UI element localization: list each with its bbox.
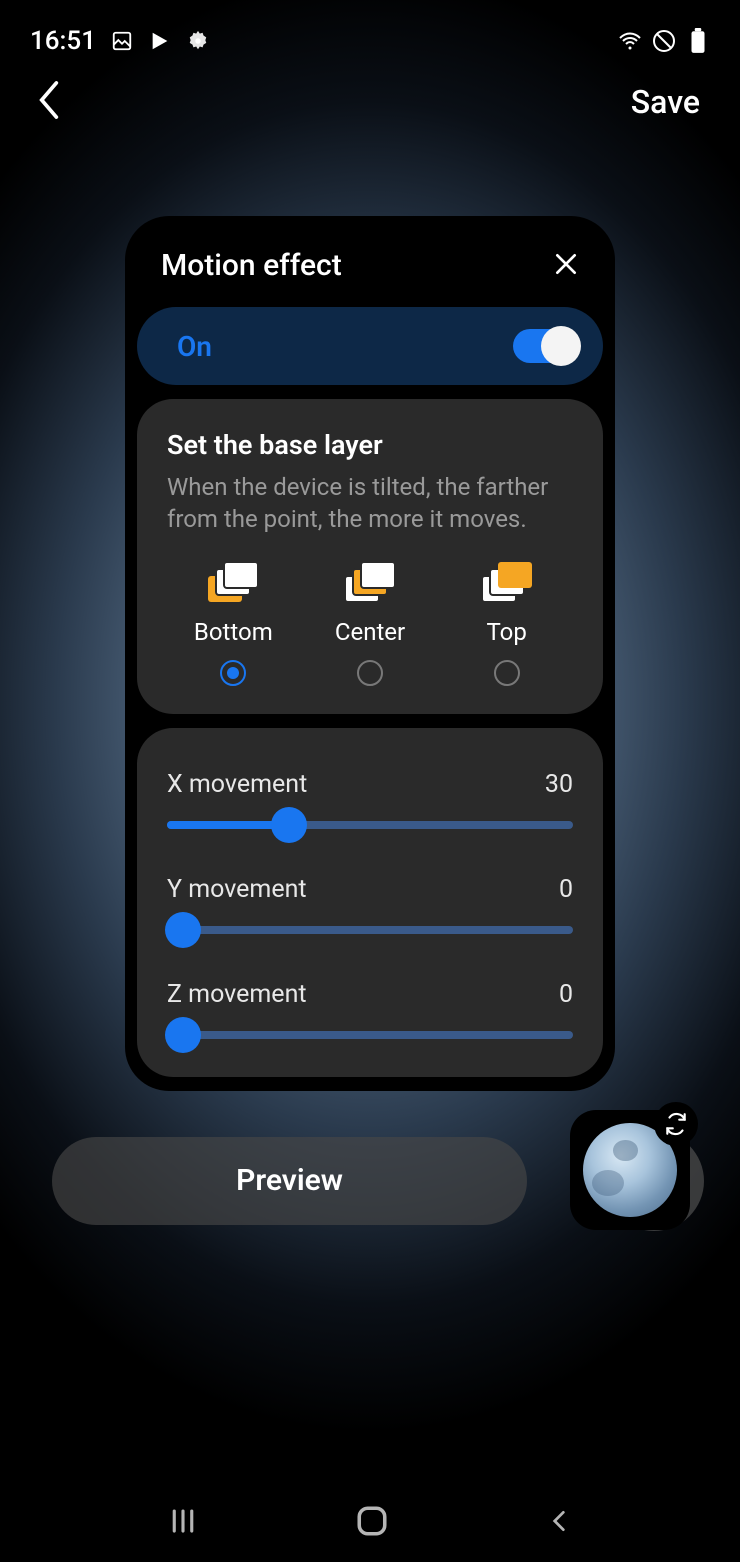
nav-home-button[interactable] bbox=[355, 1504, 389, 1542]
slider-z-track[interactable] bbox=[167, 1031, 573, 1039]
layer-option-bottom[interactable]: Bottom bbox=[167, 558, 300, 686]
slider-y-track[interactable] bbox=[167, 926, 573, 934]
battery-icon bbox=[686, 29, 710, 53]
radio-top[interactable] bbox=[494, 660, 520, 686]
movement-section: X movement 30 Y movement 0 Z movement 0 bbox=[137, 728, 603, 1077]
preview-thumbnail[interactable] bbox=[570, 1110, 690, 1230]
base-layer-section: Set the base layer When the device is ti… bbox=[137, 399, 603, 714]
status-bar: 16:51 bbox=[0, 0, 740, 60]
image-icon bbox=[110, 29, 134, 53]
back-button[interactable] bbox=[34, 78, 64, 126]
status-time: 16:51 bbox=[30, 26, 96, 56]
toggle-label: On bbox=[177, 330, 212, 363]
layer-label: Top bbox=[487, 618, 527, 646]
layer-center-icon bbox=[339, 558, 401, 608]
navigation-bar bbox=[0, 1504, 740, 1542]
layer-label: Bottom bbox=[194, 618, 273, 646]
slider-x-track[interactable] bbox=[167, 821, 573, 829]
header-bar: Save bbox=[0, 60, 740, 136]
motion-toggle-row[interactable]: On bbox=[137, 307, 603, 385]
motion-effect-card: Motion effect On Set the base layer When… bbox=[125, 216, 615, 1091]
slider-label: Y movement bbox=[167, 875, 307, 904]
layer-bottom-icon bbox=[202, 558, 264, 608]
slider-y: Y movement 0 bbox=[167, 875, 573, 934]
nav-recents-button[interactable] bbox=[168, 1506, 198, 1540]
layer-option-center[interactable]: Center bbox=[304, 558, 437, 686]
radio-center[interactable] bbox=[357, 660, 383, 686]
slider-value: 30 bbox=[545, 770, 573, 799]
layer-label: Center bbox=[335, 618, 405, 646]
motion-toggle-switch[interactable] bbox=[513, 329, 579, 363]
close-button[interactable] bbox=[553, 251, 579, 281]
slider-label: X movement bbox=[167, 770, 307, 799]
play-store-icon bbox=[148, 29, 172, 53]
base-layer-title: Set the base layer bbox=[167, 429, 573, 461]
slider-label: Z movement bbox=[167, 980, 307, 1009]
gear-icon bbox=[186, 29, 210, 53]
nav-back-button[interactable] bbox=[546, 1506, 572, 1540]
layer-option-top[interactable]: Top bbox=[440, 558, 573, 686]
no-sim-icon bbox=[652, 29, 676, 53]
slider-value: 0 bbox=[559, 875, 573, 904]
radio-bottom[interactable] bbox=[220, 660, 246, 686]
slider-value: 0 bbox=[559, 980, 573, 1009]
save-button[interactable]: Save bbox=[631, 83, 700, 121]
refresh-icon bbox=[663, 1111, 689, 1137]
refresh-badge[interactable] bbox=[654, 1102, 698, 1146]
slider-z: Z movement 0 bbox=[167, 980, 573, 1039]
slider-x: X movement 30 bbox=[167, 770, 573, 829]
base-layer-desc: When the device is tilted, the farther f… bbox=[167, 471, 573, 536]
layer-top-icon bbox=[476, 558, 538, 608]
card-title: Motion effect bbox=[161, 248, 342, 283]
preview-button[interactable]: Preview bbox=[52, 1137, 527, 1225]
wifi-icon bbox=[618, 29, 642, 53]
